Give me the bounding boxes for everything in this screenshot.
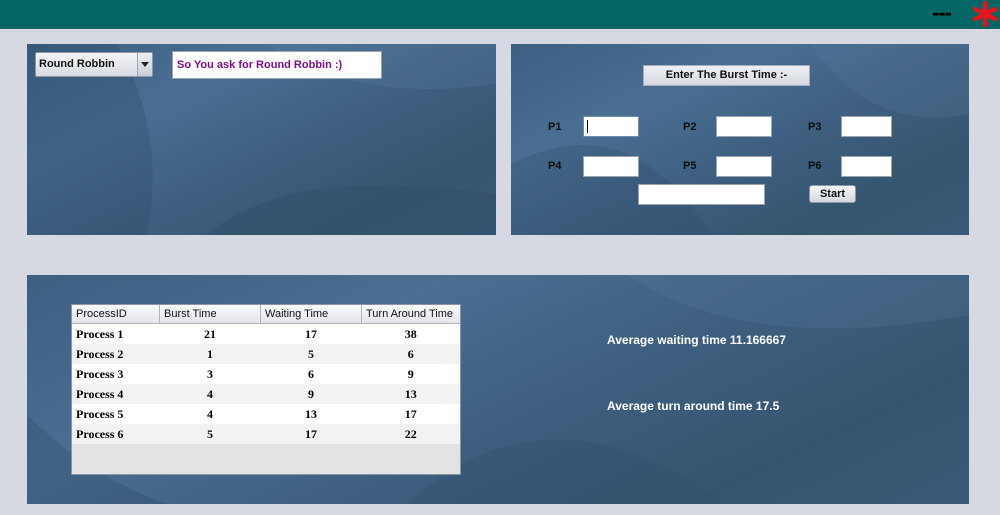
results-table: ProcessID Burst Time Waiting Time Turn A… [71, 304, 461, 475]
waiting-time-cell: 17 [260, 323, 362, 344]
process-id-cell: Process 5 [72, 404, 160, 424]
table-row[interactable]: Process 5 4 13 17 [72, 404, 460, 424]
algorithm-select-value: Round Robbin [39, 58, 115, 70]
p6-label: P6 [808, 160, 822, 172]
close-star-icon[interactable] [972, 0, 998, 28]
column-header-burst-time[interactable]: Burst Time [159, 305, 261, 324]
turnaround-time-cell: 17 [361, 404, 460, 424]
burst-time-cell: 5 [159, 424, 261, 444]
title-bar [0, 0, 1000, 29]
waiting-time-cell: 6 [260, 364, 362, 384]
p2-input[interactable] [716, 116, 772, 137]
column-header-waiting-time[interactable]: Waiting Time [260, 305, 362, 324]
column-header-process-id[interactable]: ProcessID [72, 305, 160, 324]
p3-input[interactable] [841, 116, 892, 137]
table-row[interactable]: Process 4 4 9 13 [72, 384, 460, 404]
results-panel: ProcessID Burst Time Waiting Time Turn A… [27, 275, 969, 504]
p5-input[interactable] [716, 156, 772, 177]
turnaround-time-cell: 38 [361, 323, 460, 344]
message-field[interactable]: So You ask for Round Robbin :) [172, 51, 382, 79]
p3-label: P3 [808, 121, 822, 133]
turnaround-time-cell: 9 [361, 364, 460, 384]
waiting-time-cell: 9 [260, 384, 362, 404]
waiting-time-cell: 17 [260, 424, 362, 444]
burst-time-panel: Enter The Burst Time :- P1 P2 P3 P4 P5 P… [511, 44, 969, 235]
burst-time-cell: 4 [159, 404, 261, 424]
chevron-down-icon[interactable] [137, 53, 152, 76]
burst-time-header: Enter The Burst Time :- [643, 65, 810, 86]
p5-label: P5 [683, 160, 697, 172]
waiting-time-cell: 5 [260, 344, 362, 364]
turnaround-time-cell: 22 [361, 424, 460, 444]
table-row[interactable]: Process 1 21 17 38 [72, 323, 460, 344]
process-id-cell: Process 4 [72, 384, 160, 404]
process-id-cell: Process 1 [72, 323, 160, 344]
start-button[interactable]: Start [809, 185, 856, 203]
column-header-turnaround-time[interactable]: Turn Around Time [361, 305, 460, 324]
burst-time-cell: 1 [159, 344, 261, 364]
turnaround-time-cell: 13 [361, 384, 460, 404]
average-waiting-time: Average waiting time 11.166667 [607, 333, 786, 347]
p1-input[interactable] [583, 116, 639, 137]
extra-input[interactable] [638, 184, 765, 205]
table-row[interactable]: Process 3 3 6 9 [72, 364, 460, 384]
table-row[interactable]: Process 2 1 5 6 [72, 344, 460, 364]
burst-time-cell: 21 [159, 323, 261, 344]
burst-time-cell: 4 [159, 384, 261, 404]
algorithm-panel: Round Robbin So You ask for Round Robbin… [27, 44, 496, 235]
minimize-button[interactable]: --- [932, 0, 964, 29]
text-caret [587, 120, 588, 133]
table-row[interactable]: Process 6 5 17 22 [72, 424, 460, 444]
average-turnaround-time: Average turn around time 17.5 [607, 399, 780, 413]
p1-label: P1 [548, 121, 562, 133]
p6-input[interactable] [841, 156, 892, 177]
waiting-time-cell: 13 [260, 404, 362, 424]
p2-label: P2 [683, 121, 697, 133]
process-id-cell: Process 3 [72, 364, 160, 384]
burst-time-cell: 3 [159, 364, 261, 384]
table-header-row: ProcessID Burst Time Waiting Time Turn A… [72, 305, 460, 324]
process-id-cell: Process 6 [72, 424, 160, 444]
p4-label: P4 [548, 160, 562, 172]
algorithm-select[interactable]: Round Robbin [35, 52, 153, 77]
process-id-cell: Process 2 [72, 344, 160, 364]
turnaround-time-cell: 6 [361, 344, 460, 364]
p4-input[interactable] [583, 156, 639, 177]
